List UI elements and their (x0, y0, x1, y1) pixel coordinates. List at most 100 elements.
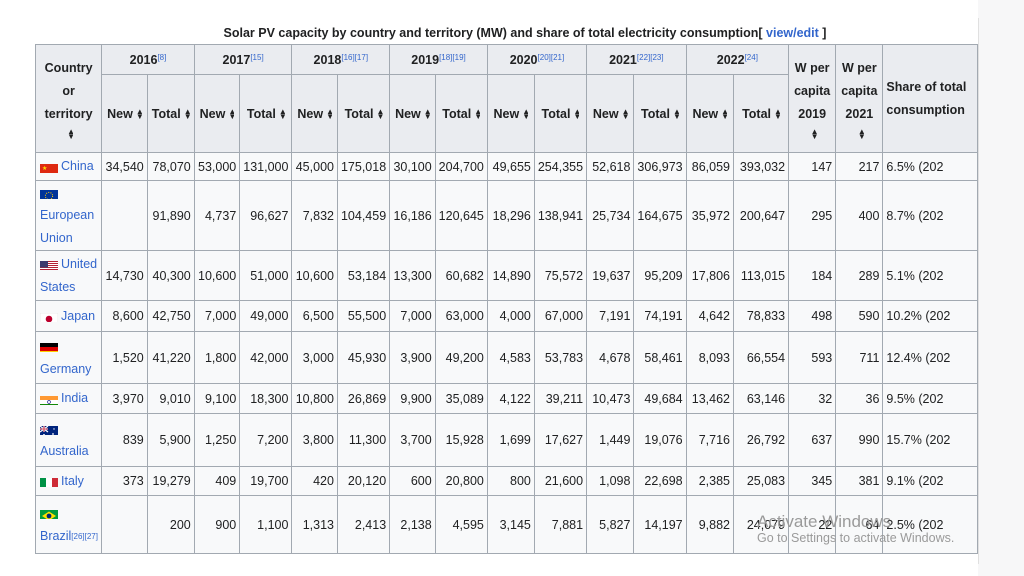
country-link[interactable]: Italy (61, 474, 84, 488)
value-cell: 49,684 (633, 383, 687, 414)
year-header-2021: 2021[22][23] (586, 44, 687, 75)
caption-text: Solar PV capacity by country and territo… (223, 26, 763, 40)
country-link[interactable]: Australia (40, 444, 89, 458)
value-cell: 3,700 (389, 413, 436, 467)
year-label: 2020 (509, 52, 538, 67)
new-header-2020[interactable]: New ▲ ▼ (486, 74, 535, 153)
solar-pv-table: Country or territory ▲ ▼ 2016[8] 2017[15] 20… (35, 44, 978, 554)
value-cell: 9,900 (389, 383, 436, 414)
value-cell: 9,100 (193, 383, 241, 414)
total-header-2022[interactable]: Total ▲ ▼ (732, 74, 790, 153)
new-header-2018[interactable]: New ▲ ▼ (291, 74, 338, 153)
country-link[interactable]: Brazil (40, 529, 71, 543)
total-header-2021[interactable]: Total ▲ ▼ (633, 74, 687, 153)
value-cell: 14,197 (633, 495, 687, 554)
new-header-2021[interactable]: New ▲ ▼ (586, 74, 635, 153)
w-per-capita-2019-header-label: W per capita 2019 (794, 61, 831, 121)
year-ref-link[interactable]: [24] (745, 53, 758, 62)
value-cell: 254,355 (533, 152, 588, 181)
w-per-capita-2019-header[interactable]: W per capita 2019 ▲ ▼ (788, 44, 837, 153)
new-header-2016[interactable]: New ▲ ▼ (101, 74, 148, 153)
value-cell: 1,520 (101, 331, 148, 384)
value-cell: 184 (788, 250, 837, 301)
country-link[interactable]: Germany (40, 362, 91, 376)
total-header-2016[interactable]: Total ▲ ▼ (146, 74, 195, 153)
total-header-label: Total (442, 106, 472, 121)
value-cell: 58,461 (633, 331, 687, 384)
table-row: Australia 839 5,900 1,250 7,200 3,800 11,300 3,… (35, 413, 978, 467)
year-ref-link[interactable]: [15] (250, 53, 263, 62)
value-cell: 10,473 (586, 383, 635, 414)
value-cell: 289 (835, 250, 884, 301)
new-header-2017[interactable]: New ▲ ▼ (193, 74, 241, 153)
total-header-2019[interactable]: Total ▲ ▼ (434, 74, 488, 153)
value-cell: 53,783 (533, 331, 588, 384)
year-ref-link[interactable]: [22][23] (637, 53, 664, 62)
view-edit-link[interactable]: view/edit (766, 26, 819, 40)
year-header-2018: 2018[16][17] (291, 44, 391, 75)
new-header-label: New (493, 106, 520, 121)
value-cell: 16,186 (389, 180, 436, 251)
value-cell: 10,800 (291, 383, 338, 414)
sort-icon: ▲▼ (135, 109, 142, 120)
value-cell: 22,698 (633, 466, 687, 496)
total-header-2018[interactable]: Total ▲ ▼ (336, 74, 391, 153)
country-cell: Italy (35, 466, 103, 496)
new-header-2019[interactable]: New ▲ ▼ (389, 74, 436, 153)
value-cell: 13,300 (389, 250, 436, 301)
table-row: European Union 91,890 4,737 96,627 7,832 104,… (35, 180, 978, 251)
country-link[interactable]: China (61, 159, 94, 173)
value-cell: 9.1% (202 (882, 466, 978, 496)
value-cell: 19,700 (239, 466, 293, 496)
value-cell: 53,184 (336, 250, 391, 301)
country-link[interactable]: European Union (40, 208, 94, 245)
value-cell: 35,089 (434, 383, 488, 414)
value-cell: 7,000 (193, 300, 241, 332)
new-header-label: New (107, 106, 133, 121)
value-cell: 15,928 (434, 413, 488, 467)
value-cell: 637 (788, 413, 837, 467)
country-cell: Japan (35, 300, 103, 332)
country-ref-link[interactable]: [26][27] (71, 532, 98, 541)
value-cell: 8,093 (685, 331, 734, 384)
year-header-2017: 2017[15] (193, 44, 293, 75)
value-cell: 1,313 (291, 495, 338, 554)
total-header-2020[interactable]: Total ▲ ▼ (533, 74, 588, 153)
value-cell: 4,583 (486, 331, 535, 384)
w-per-capita-2021-header-label: W per capita 2021 (841, 61, 878, 121)
value-cell: 5.1% (202 (882, 250, 978, 301)
year-ref-link[interactable]: [20][21] (538, 53, 565, 62)
value-cell: 41,220 (146, 331, 195, 384)
new-header-2022[interactable]: New ▲ ▼ (685, 74, 734, 153)
total-header-label: Total (246, 106, 276, 121)
year-label: 2016 (129, 52, 158, 67)
us-flag-icon (40, 258, 58, 271)
value-cell: 78,070 (146, 152, 195, 181)
country-link[interactable]: Japan (61, 309, 95, 323)
year-ref-link[interactable]: [18][19] (439, 53, 466, 62)
value-cell: 1,800 (193, 331, 241, 384)
share-of-consumption-header[interactable]: Share of total consumption ▲▼ (882, 44, 978, 153)
w-per-capita-2021-header[interactable]: W per capita 2021 ▲ ▼ (835, 44, 884, 153)
country-cell: European Union (35, 180, 103, 251)
country-cell: Australia (35, 413, 103, 467)
share-of-consumption-header-label: Share of total consumption (886, 79, 967, 117)
value-cell: 49,000 (239, 300, 293, 332)
value-cell: 30,100 (389, 152, 436, 181)
value-cell: 1,699 (486, 413, 535, 467)
value-cell: 20,800 (434, 466, 488, 496)
year-ref-link[interactable]: [16][17] (341, 53, 368, 62)
country-header[interactable]: Country or territory ▲ ▼ (35, 44, 103, 153)
value-cell: 51,000 (239, 250, 293, 301)
country-link[interactable]: India (61, 391, 88, 405)
value-cell: 78,833 (732, 300, 790, 332)
total-header-2017[interactable]: Total ▲ ▼ (239, 74, 293, 153)
table-viewport[interactable]: Country or territory ▲ ▼ 2016[8] 2017[15] 20… (35, 44, 978, 564)
value-cell: 10,600 (193, 250, 241, 301)
value-cell (101, 495, 148, 554)
value-cell: 175,018 (336, 152, 391, 181)
year-ref-link[interactable]: [8] (157, 53, 166, 62)
value-cell: 66,554 (732, 331, 790, 384)
value-cell: 4,122 (486, 383, 535, 414)
value-cell: 147 (788, 152, 837, 181)
